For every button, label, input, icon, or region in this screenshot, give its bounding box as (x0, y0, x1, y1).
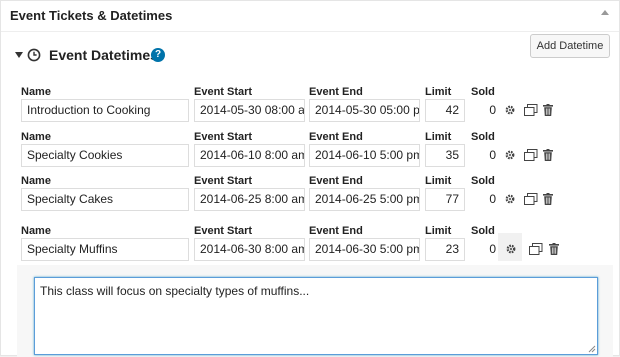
column-label: Event End (309, 131, 363, 143)
event-end-field[interactable]: 2014-05-30 05:00 pm (309, 99, 420, 122)
limit-field[interactable]: 23 (425, 238, 465, 261)
description-textarea[interactable]: This class will focus on specialty types… (34, 277, 598, 355)
column-label: Sold (471, 86, 495, 98)
column-label: Name (21, 225, 51, 237)
event-end-field[interactable]: 2014-06-30 5:00 pm (309, 238, 420, 261)
limit-field[interactable]: 35 (425, 144, 465, 167)
trash-icon[interactable] (543, 104, 553, 116)
event-start-field[interactable]: 2014-06-30 8:00 am (194, 238, 305, 261)
gear-icon[interactable] (504, 193, 516, 205)
name-field[interactable]: Introduction to Cooking (21, 99, 189, 122)
trash-icon[interactable] (543, 149, 553, 161)
column-label: Event Start (194, 86, 253, 98)
add-datetime-button[interactable]: Add Datetime (530, 34, 610, 58)
clone-icon[interactable] (529, 243, 543, 255)
event-start-field[interactable]: 2014-06-10 8:00 am (194, 144, 305, 167)
section-title: Event Datetimes (49, 47, 158, 63)
column-label: Sold (471, 131, 495, 143)
name-field[interactable]: Specialty Cookies (21, 144, 189, 167)
column-label: Name (21, 131, 51, 143)
column-label: Event End (309, 175, 363, 187)
clone-icon[interactable] (524, 149, 538, 161)
event-tickets-panel: Event Tickets & Datetimes Event Datetime… (0, 0, 620, 357)
column-label: Sold (471, 225, 495, 237)
column-label: Limit (425, 86, 452, 98)
gear-icon[interactable] (504, 104, 516, 116)
column-label: Name (21, 86, 51, 98)
clone-icon[interactable] (524, 193, 538, 205)
column-label: Limit (425, 131, 452, 143)
column-label: Event End (309, 86, 363, 98)
column-label: Event Start (194, 131, 253, 143)
column-label: Event Start (194, 225, 253, 237)
column-label: Limit (425, 175, 452, 187)
event-start-field[interactable]: 2014-06-25 8:00 am (194, 188, 305, 211)
event-end-field[interactable]: 2014-06-25 5:00 pm (309, 188, 420, 211)
limit-field[interactable]: 77 (425, 188, 465, 211)
column-label: Sold (471, 175, 495, 187)
gear-icon[interactable] (504, 149, 516, 161)
column-label: Event Start (194, 175, 253, 187)
panel-title: Event Tickets & Datetimes (10, 8, 173, 23)
column-label: Name (21, 175, 51, 187)
sold-value: 0 (489, 242, 496, 256)
name-field[interactable]: Specialty Cakes (21, 188, 189, 211)
sold-value: 0 (489, 103, 496, 117)
event-start-field[interactable]: 2014-05-30 08:00 am (194, 99, 305, 122)
limit-field[interactable]: 42 (425, 99, 465, 122)
collapse-arrow-icon[interactable] (601, 10, 609, 15)
column-label: Limit (425, 225, 452, 237)
panel-header[interactable]: Event Tickets & Datetimes (1, 1, 619, 32)
sold-value: 0 (489, 148, 496, 162)
name-field[interactable]: Specialty Muffins (21, 238, 189, 261)
column-label: Event End (309, 225, 363, 237)
clone-icon[interactable] (524, 104, 538, 116)
trash-icon[interactable] (549, 243, 559, 255)
clock-icon (27, 48, 41, 62)
event-end-field[interactable]: 2014-06-10 5:00 pm (309, 144, 420, 167)
help-icon[interactable]: ? (151, 48, 165, 62)
resize-handle-icon[interactable] (588, 345, 596, 353)
gear-icon[interactable] (505, 243, 517, 255)
sold-value: 0 (489, 192, 496, 206)
trash-icon[interactable] (543, 193, 553, 205)
section-toggle-icon[interactable] (15, 52, 23, 58)
